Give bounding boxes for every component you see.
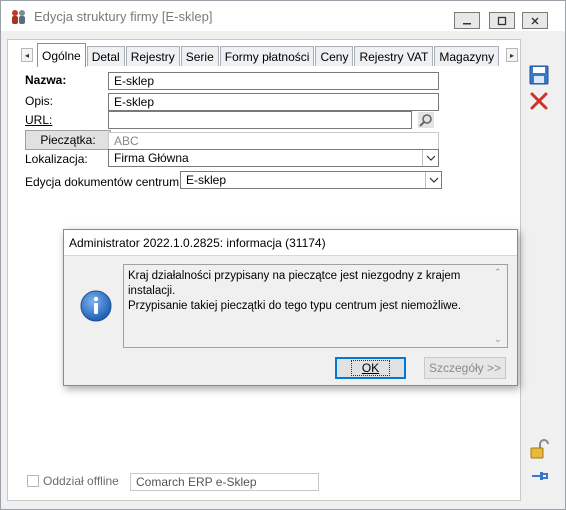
tab-rejestry[interactable]: Rejestry xyxy=(125,46,180,66)
pieczatka-button[interactable]: Pieczątka: xyxy=(25,130,111,150)
oddzial-offline-checkbox[interactable] xyxy=(27,475,39,487)
minimize-button[interactable] xyxy=(454,12,480,29)
lokalizacja-select[interactable]: Firma Główna xyxy=(108,149,439,167)
lock-button[interactable] xyxy=(528,438,550,460)
edycja-select[interactable]: E-sklep xyxy=(180,171,442,189)
url-input[interactable] xyxy=(108,111,412,129)
pieczatka-field: ABC xyxy=(108,132,439,150)
opis-input[interactable]: E-sklep xyxy=(108,93,439,111)
cancel-button[interactable] xyxy=(528,90,550,112)
opis-label: Opis: xyxy=(25,94,54,108)
tab-bar: Ogólne Detal Rejestry Serie Formy płatno… xyxy=(37,43,500,67)
oddzial-offline-label: Oddział offline xyxy=(43,474,119,488)
chevron-down-icon xyxy=(422,150,438,166)
unlock-icon xyxy=(530,439,549,459)
nazwa-input[interactable]: E-sklep xyxy=(108,72,439,90)
message-line-1: Kraj działalności przypisany na pieczątc… xyxy=(128,270,461,297)
chevron-down-icon xyxy=(425,172,441,188)
message-line-2: Przypisanie takiej pieczątki do tego typ… xyxy=(128,300,462,312)
title-bar: Edycja struktury firmy [E-sklep] xyxy=(1,1,565,31)
tab-rejestry-vat[interactable]: Rejestry VAT xyxy=(354,46,434,66)
message-text: Kraj działalności przypisany na pieczątc… xyxy=(128,269,488,314)
pin-button[interactable] xyxy=(528,465,550,487)
footer-field: Comarch ERP e-Sklep xyxy=(130,473,319,491)
people-icon xyxy=(12,10,25,24)
lokalizacja-value: Firma Główna xyxy=(114,151,189,165)
main-window: Edycja struktury firmy [E-sklep] ◂ Ogóln… xyxy=(0,0,566,510)
scroll-down-icon: ⌄ xyxy=(494,334,502,344)
chevron-right-icon: ▸ xyxy=(509,50,514,60)
maximize-icon xyxy=(497,16,507,25)
tab-magazyny[interactable]: Magazyny xyxy=(434,46,500,66)
nazwa-label: Nazwa: xyxy=(25,73,67,87)
url-search-button[interactable] xyxy=(415,110,437,129)
message-scrollbar[interactable]: ⌃ ⌄ xyxy=(491,265,507,347)
chevron-left-icon: ◂ xyxy=(24,50,29,60)
edycja-label: Edycja dokumentów centrum: xyxy=(25,175,183,189)
scroll-up-icon: ⌃ xyxy=(494,267,502,277)
url-label: URL: xyxy=(25,113,53,127)
dialog-title: Administrator 2022.1.0.2825: informacja … xyxy=(64,230,517,256)
save-button[interactable] xyxy=(528,64,550,86)
tab-ogolne[interactable]: Ogólne xyxy=(37,43,86,67)
close-window-button[interactable] xyxy=(522,12,548,29)
tab-scroll-left-button[interactable]: ◂ xyxy=(21,48,33,62)
window-title: Edycja struktury firmy [E-sklep] xyxy=(34,9,213,24)
pin-icon xyxy=(532,472,548,480)
tab-serie[interactable]: Serie xyxy=(180,46,219,66)
minimize-icon xyxy=(463,22,471,24)
info-icon xyxy=(80,290,112,322)
cancel-icon xyxy=(530,92,548,110)
message-box: Kraj działalności przypisany na pieczątc… xyxy=(123,264,508,348)
maximize-button[interactable] xyxy=(489,12,515,29)
info-dialog: Administrator 2022.1.0.2825: informacja … xyxy=(63,229,518,386)
close-icon xyxy=(531,17,539,24)
lokalizacja-label: Lokalizacja: xyxy=(25,152,88,166)
ok-label: OK xyxy=(350,360,391,376)
tab-ceny[interactable]: Ceny xyxy=(315,46,354,66)
tab-formy-platnosci[interactable]: Formy płatności xyxy=(219,46,315,66)
details-button[interactable]: Szczegóły >> xyxy=(424,357,506,379)
tab-detal[interactable]: Detal xyxy=(86,46,125,66)
tab-scroll-right-button[interactable]: ▸ xyxy=(506,48,518,62)
edycja-value: E-sklep xyxy=(186,173,227,187)
ok-button[interactable]: OK xyxy=(335,357,406,379)
save-icon xyxy=(529,65,549,85)
search-icon xyxy=(418,111,434,128)
